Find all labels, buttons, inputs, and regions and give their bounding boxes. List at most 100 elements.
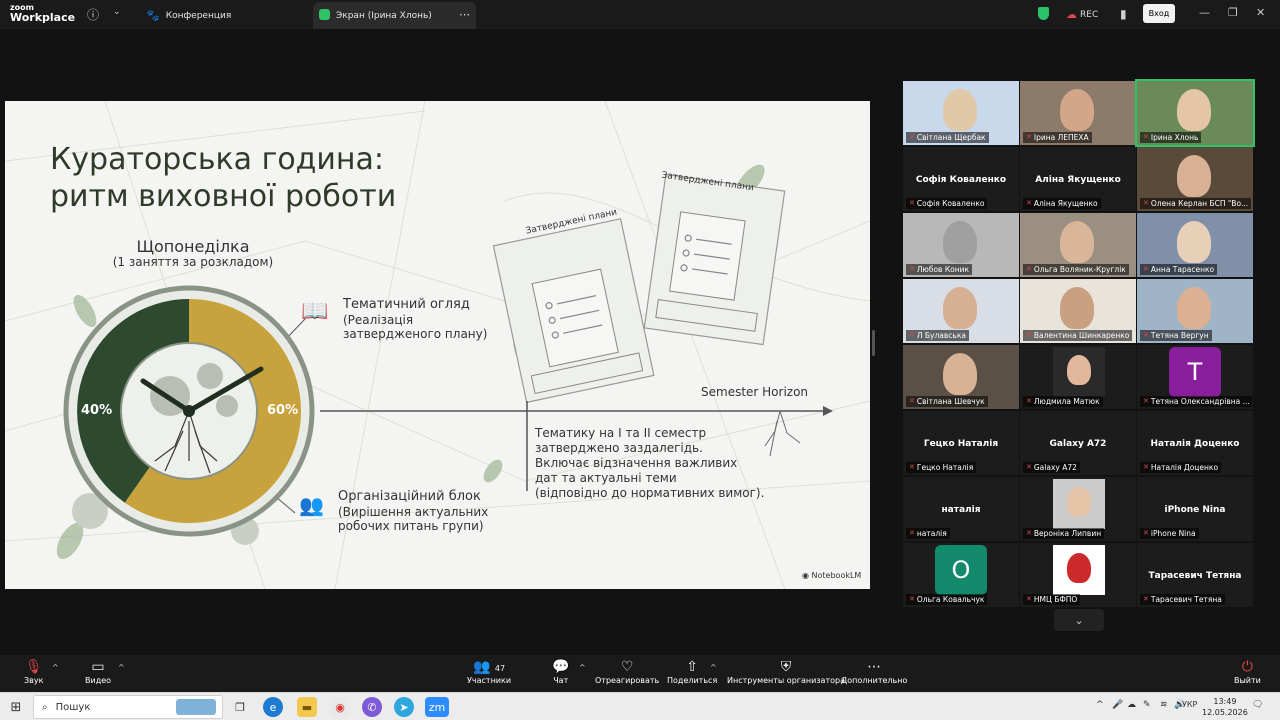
mic-muted-icon: ✕: [909, 595, 915, 603]
layout-icon[interactable]: ▮: [1120, 7, 1127, 21]
more-label: Дополнительно: [841, 676, 908, 685]
participant-name-tag: ✕ Софія Коваленко: [906, 198, 988, 209]
participant-tile[interactable]: Тарасевич Тетяна ✕ Тарасевич Тетяна: [1137, 543, 1253, 607]
participants-count: 47: [494, 664, 506, 673]
leave-button[interactable]: ⏻ Выйти: [1234, 658, 1261, 685]
react-button[interactable]: ♡ Отреагировать: [595, 658, 659, 685]
gallery-next-page-button[interactable]: ⌄: [1054, 609, 1104, 631]
participant-tile[interactable]: Софія Коваленко ✕ Софія Коваленко: [903, 147, 1019, 211]
tray-chevron-icon[interactable]: ^: [1096, 700, 1104, 710]
participant-tile[interactable]: ✕ Вероніка Липвин: [1020, 477, 1136, 541]
viber-icon[interactable]: ✆: [362, 697, 382, 717]
participant-name: Валентина Шинкаренко: [1033, 331, 1130, 340]
participant-tile[interactable]: ✕ Анна Тарасенко: [1137, 213, 1253, 277]
participant-tile[interactable]: ✕ Любов Коник: [903, 213, 1019, 277]
mic-muted-icon: ✕: [1143, 199, 1149, 207]
taskbar-clock[interactable]: 13:49 12.05.2026: [1202, 696, 1248, 718]
participant-tile[interactable]: ✕ Ольга Воляник-Круглік: [1020, 213, 1136, 277]
more-icon[interactable]: ⋯: [459, 8, 470, 21]
participant-name-tag: ✕ Гецко Наталія: [906, 462, 977, 473]
participant-tile[interactable]: Гецко Наталія ✕ Гецко Наталія: [903, 411, 1019, 475]
mic-muted-icon: ✕: [909, 133, 915, 141]
chat-options-caret[interactable]: ^: [579, 663, 586, 672]
rec-indicator[interactable]: ☁ REC: [1066, 8, 1098, 21]
telegram-icon[interactable]: ➤: [394, 697, 414, 717]
participant-tile[interactable]: Аліна Якущенко ✕ Аліна Якущенко: [1020, 147, 1136, 211]
participant-name-tag: ✕ Олена Керлан БСП "Во...: [1140, 198, 1252, 209]
slide-title-line1: Кураторська година:: [50, 142, 385, 177]
clock-time: 13:49: [1213, 697, 1237, 706]
mic-muted-icon: 🎙: [24, 659, 43, 675]
taskbar-search[interactable]: ⌕ Пошук: [33, 695, 223, 719]
mic-muted-icon: ✕: [1026, 463, 1032, 471]
signin-button[interactable]: Вход: [1143, 4, 1175, 23]
mic-muted-icon: ✕: [909, 529, 915, 537]
restore-icon[interactable]: ❐: [1228, 6, 1238, 19]
tab-meeting-label: Конференция: [165, 10, 232, 21]
file-explorer-icon[interactable]: ▬: [297, 697, 317, 717]
participant-tile[interactable]: ✕ Олена Керлан БСП "Во...: [1137, 147, 1253, 211]
participant-tile[interactable]: ✕ Світлана Шевчук: [903, 345, 1019, 409]
participant-tile[interactable]: ✕ Людмила Матюк: [1020, 345, 1136, 409]
participant-name: Вероніка Липвин: [1033, 529, 1102, 538]
participant-tile[interactable]: iPhone Nina ✕ iPhone Nina: [1137, 477, 1253, 541]
rec-label: REC: [1080, 9, 1099, 20]
more-button[interactable]: ⋯ Дополнительно: [841, 658, 907, 685]
language-indicator[interactable]: УКР: [1182, 700, 1197, 709]
splitter-handle[interactable]: [872, 330, 875, 356]
participant-tile[interactable]: ✕ Л Булавська: [903, 279, 1019, 343]
book-icon: 📖: [301, 299, 329, 324]
thematic-line3: затвердженого плану): [343, 326, 488, 341]
wifi-icon[interactable]: ≋: [1160, 700, 1168, 710]
participant-tile[interactable]: ✕ Тетяна Вергун: [1137, 279, 1253, 343]
participant-tile[interactable]: ✕ Валентина Шинкаренко: [1020, 279, 1136, 343]
semester-text: Тематику на І та ІІ семестр затверджено …: [535, 426, 764, 501]
tab-screen-share[interactable]: Экран (Ірина Хлонь) ⋯: [313, 2, 476, 29]
cloud-record-icon: ☁: [1066, 8, 1077, 21]
participant-name-large: iPhone Nina: [1164, 505, 1226, 515]
participant-name-tag: ✕ Світлана Шевчук: [906, 396, 988, 407]
video-options-caret[interactable]: ^: [118, 663, 125, 672]
close-icon[interactable]: ✕: [1256, 6, 1265, 19]
shield-icon[interactable]: [1038, 7, 1049, 20]
chevron-down-icon[interactable]: ⌄: [113, 7, 121, 17]
audio-button[interactable]: 🎙 Звук: [24, 658, 43, 685]
tab-meeting[interactable]: 🐾 Конференция: [140, 2, 310, 29]
mic-muted-icon: ✕: [909, 463, 915, 471]
participant-tile[interactable]: Galaxy A72 ✕ Galaxy A72: [1020, 411, 1136, 475]
org-label: Організаційний блок (Вирішення актуальни…: [338, 489, 488, 533]
host-tools-button[interactable]: ⛨ Инструменты организатора: [727, 658, 845, 685]
participant-gallery: ✕ Світлана Щербак ✕ Ірина ЛЕПЕХА ✕ Ірина Хлон…: [903, 79, 1256, 633]
participant-tile[interactable]: Наталія Доценко ✕ Наталія Доценко: [1137, 411, 1253, 475]
share-options-caret[interactable]: ^: [710, 663, 717, 672]
tray-pen-icon[interactable]: ✎: [1143, 700, 1151, 710]
tray-cloud-icon[interactable]: ☁: [1127, 700, 1136, 710]
audio-options-caret[interactable]: ^: [52, 663, 59, 672]
participant-tile[interactable]: ✕ НМЦ БФПО: [1020, 543, 1136, 607]
participant-name-tag: ✕ Валентина Шинкаренко: [1023, 330, 1133, 341]
participant-tile[interactable]: ✕ Ірина ЛЕПЕХА: [1020, 81, 1136, 145]
chrome-icon[interactable]: ◉: [330, 697, 350, 717]
participant-name-tag: ✕ Ольга Воляник-Круглік: [1023, 264, 1129, 275]
zoom-taskbar-icon[interactable]: zm: [425, 697, 449, 717]
monday-line1: Щопонеділка: [136, 237, 250, 256]
notifications-icon[interactable]: 🗨: [1252, 700, 1263, 710]
info-icon[interactable]: ⓘ: [87, 6, 99, 23]
participant-tile[interactable]: O ✕ Ольга Ковальчук: [903, 543, 1019, 607]
minimize-icon[interactable]: —: [1199, 6, 1210, 19]
tray-mic-icon[interactable]: 🎤: [1112, 700, 1123, 710]
participant-tile[interactable]: ✕ Світлана Щербак: [903, 81, 1019, 145]
task-view-icon[interactable]: ❐: [230, 697, 250, 717]
participant-tile[interactable]: T ✕ Тетяна Олександрівна ...: [1137, 345, 1253, 409]
windows-start-icon[interactable]: ⊞: [6, 697, 26, 717]
chat-button[interactable]: 💬 Чат: [552, 658, 569, 685]
video-button[interactable]: ▭ Видео: [85, 658, 111, 685]
slide-title-line2: ритм виховної роботи: [50, 179, 397, 214]
mic-muted-icon: ✕: [1143, 463, 1149, 471]
participant-tile[interactable]: наталія ✕ наталія: [903, 477, 1019, 541]
mic-muted-icon: ✕: [1143, 397, 1149, 405]
edge-icon[interactable]: e: [263, 697, 283, 717]
participant-tile[interactable]: ✕ Ірина Хлонь: [1135, 79, 1255, 147]
participants-button[interactable]: 👥 47 Участники: [467, 658, 511, 685]
participant-name-tag: ✕ Любов Коник: [906, 264, 973, 275]
